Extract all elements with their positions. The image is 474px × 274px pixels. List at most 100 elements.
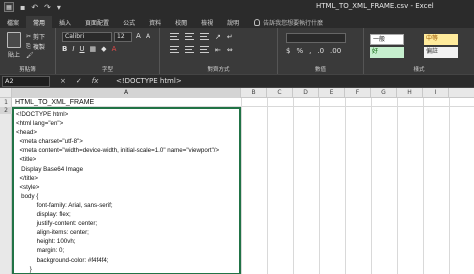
- font-color-icon[interactable]: A: [112, 45, 117, 53]
- tab-home[interactable]: 常用: [26, 16, 53, 28]
- column-header-d[interactable]: D: [293, 88, 319, 98]
- undo-icon[interactable]: ↶: [31, 3, 38, 12]
- cut-label: 剪下: [33, 34, 46, 41]
- quick-access-toolbar: ▪ ↶ ↷ ▾: [20, 3, 61, 12]
- fill-color-icon[interactable]: ◆: [101, 45, 106, 53]
- lightbulb-icon: [254, 18, 261, 26]
- increase-font-icon[interactable]: A: [136, 32, 141, 40]
- paintbrush-icon: 🖌: [26, 52, 34, 59]
- format-painter-button[interactable]: 🖌: [26, 52, 34, 59]
- style-good[interactable]: 好: [370, 47, 404, 58]
- number-format-select[interactable]: [286, 33, 346, 43]
- clipboard-icon: [7, 32, 21, 48]
- row-headers: 1 2: [0, 98, 12, 274]
- row-header-1[interactable]: 1: [0, 99, 12, 106]
- column-header-b[interactable]: B: [241, 88, 267, 98]
- underline-button[interactable]: U: [79, 45, 84, 53]
- horizontal-align-row: ⇤ ⇔: [170, 46, 233, 54]
- comma-icon[interactable]: ,: [309, 47, 311, 55]
- row-header-2[interactable]: 2: [0, 107, 12, 114]
- merge-center-icon[interactable]: ⇔: [227, 46, 233, 54]
- cell-text-line: justify-content: center;: [16, 220, 98, 228]
- styles-group-label: 樣式: [413, 67, 425, 73]
- percent-icon[interactable]: %: [296, 47, 303, 55]
- orientation-icon[interactable]: ↗: [215, 33, 221, 41]
- decrease-decimal-icon[interactable]: .00: [330, 47, 341, 55]
- increase-decimal-icon[interactable]: .0: [317, 47, 324, 55]
- paste-label: 貼上: [7, 52, 20, 59]
- vertical-align-row: ↗ ↵: [170, 33, 233, 41]
- copy-label: 複製: [32, 44, 45, 51]
- italic-button[interactable]: I: [72, 45, 74, 53]
- spreadsheet-grid[interactable]: A B C D E F G H I 1 2 HTML_TO_XML_FRAME …: [0, 88, 474, 274]
- cell-text-line: background-color: #f4f4f4;: [16, 256, 109, 264]
- tab-review[interactable]: 校閱: [168, 16, 194, 28]
- tab-data[interactable]: 資料: [142, 16, 168, 28]
- tab-page-layout[interactable]: 頁面配置: [78, 16, 116, 28]
- gridline: [423, 98, 424, 274]
- cell-text-line: display: flex;: [16, 211, 71, 219]
- tab-help[interactable]: 說明: [220, 16, 246, 28]
- gridline: [449, 98, 450, 274]
- align-center-icon[interactable]: [185, 46, 194, 53]
- bold-button[interactable]: B: [62, 45, 67, 53]
- wrap-text-icon[interactable]: ↵: [227, 33, 233, 41]
- decrease-font-icon[interactable]: A: [146, 33, 150, 40]
- tab-insert[interactable]: 插入: [52, 16, 78, 28]
- save-icon[interactable]: ▪: [20, 3, 25, 12]
- name-box[interactable]: A2: [2, 75, 50, 87]
- scissors-icon: ✂: [26, 33, 32, 40]
- tab-view[interactable]: 檢視: [194, 16, 220, 28]
- column-header-e[interactable]: E: [319, 88, 345, 98]
- cell-a1[interactable]: HTML_TO_XML_FRAME: [15, 99, 94, 106]
- align-right-icon[interactable]: [200, 46, 209, 53]
- gridline: [241, 98, 242, 274]
- title-bar: ▦ ▪ ↶ ↷ ▾ HTML_TO_XML_FRAME.csv - Excel: [0, 0, 474, 14]
- cell-text-line: margin: 0;: [16, 247, 65, 255]
- borders-icon[interactable]: ▦: [90, 45, 97, 53]
- customize-icon[interactable]: ▾: [57, 3, 61, 12]
- redo-icon[interactable]: ↷: [44, 3, 51, 12]
- align-bottom-icon[interactable]: [200, 33, 209, 40]
- align-top-icon[interactable]: [170, 33, 179, 40]
- cell-text-line: }: [16, 265, 32, 273]
- tab-formulas[interactable]: 公式: [116, 16, 142, 28]
- tab-file[interactable]: 檔案: [0, 16, 26, 28]
- gridline: [397, 98, 398, 274]
- align-middle-icon[interactable]: [185, 33, 194, 40]
- tell-me-search[interactable]: 告訴我您想要執行什麼: [254, 16, 323, 28]
- column-header-a[interactable]: A: [12, 88, 241, 98]
- style-normal[interactable]: 一般: [370, 34, 404, 45]
- font-name-select[interactable]: Calibri: [62, 32, 112, 42]
- cell-a2-selected[interactable]: <!DOCTYPE html> <html lang="en"> <head> …: [12, 107, 241, 274]
- formula-input[interactable]: <!DOCTYPE html>: [112, 76, 474, 87]
- currency-icon[interactable]: $: [286, 47, 290, 55]
- enter-icon[interactable]: ✓: [76, 77, 82, 85]
- style-bad[interactable]: 偏註: [424, 47, 458, 58]
- style-neutral[interactable]: 中等: [424, 34, 458, 45]
- column-header-c[interactable]: C: [267, 88, 293, 98]
- cell-text-line: <meta charset="utf-8">: [16, 138, 83, 146]
- gridline: [319, 98, 320, 274]
- copy-button[interactable]: ⎘ 複製: [26, 42, 45, 52]
- paste-button[interactable]: 貼上: [3, 31, 25, 61]
- font-format-row: B I U ▦ ◆ A: [62, 45, 116, 53]
- column-header-i[interactable]: I: [423, 88, 449, 98]
- cut-button[interactable]: ✂ 剪下: [26, 32, 45, 41]
- indent-icon[interactable]: ⇤: [215, 46, 221, 54]
- cell-text-line: <head>: [16, 129, 37, 137]
- select-all-corner[interactable]: [0, 88, 12, 98]
- cancel-icon[interactable]: ×: [60, 77, 66, 85]
- font-group-label: 字型: [101, 67, 113, 73]
- column-header-h[interactable]: H: [397, 88, 423, 98]
- alignment-group: ↗ ↵ ⇤ ⇔ 對齊方式: [160, 28, 278, 74]
- cell-text-line: align-items: center;: [16, 229, 89, 237]
- clipboard-group: 貼上 ✂ 剪下 ⎘ 複製 🖌 剪貼簿: [0, 28, 56, 74]
- column-header-f[interactable]: F: [345, 88, 371, 98]
- cell-text-line: <meta content="width=device-width, initi…: [16, 147, 220, 155]
- cell-text-line: Display Base64 Image: [16, 165, 84, 173]
- column-header-g[interactable]: G: [371, 88, 397, 98]
- align-left-icon[interactable]: [170, 46, 179, 53]
- insert-function-icon[interactable]: fx: [92, 77, 99, 85]
- font-size-select[interactable]: 12: [114, 32, 132, 42]
